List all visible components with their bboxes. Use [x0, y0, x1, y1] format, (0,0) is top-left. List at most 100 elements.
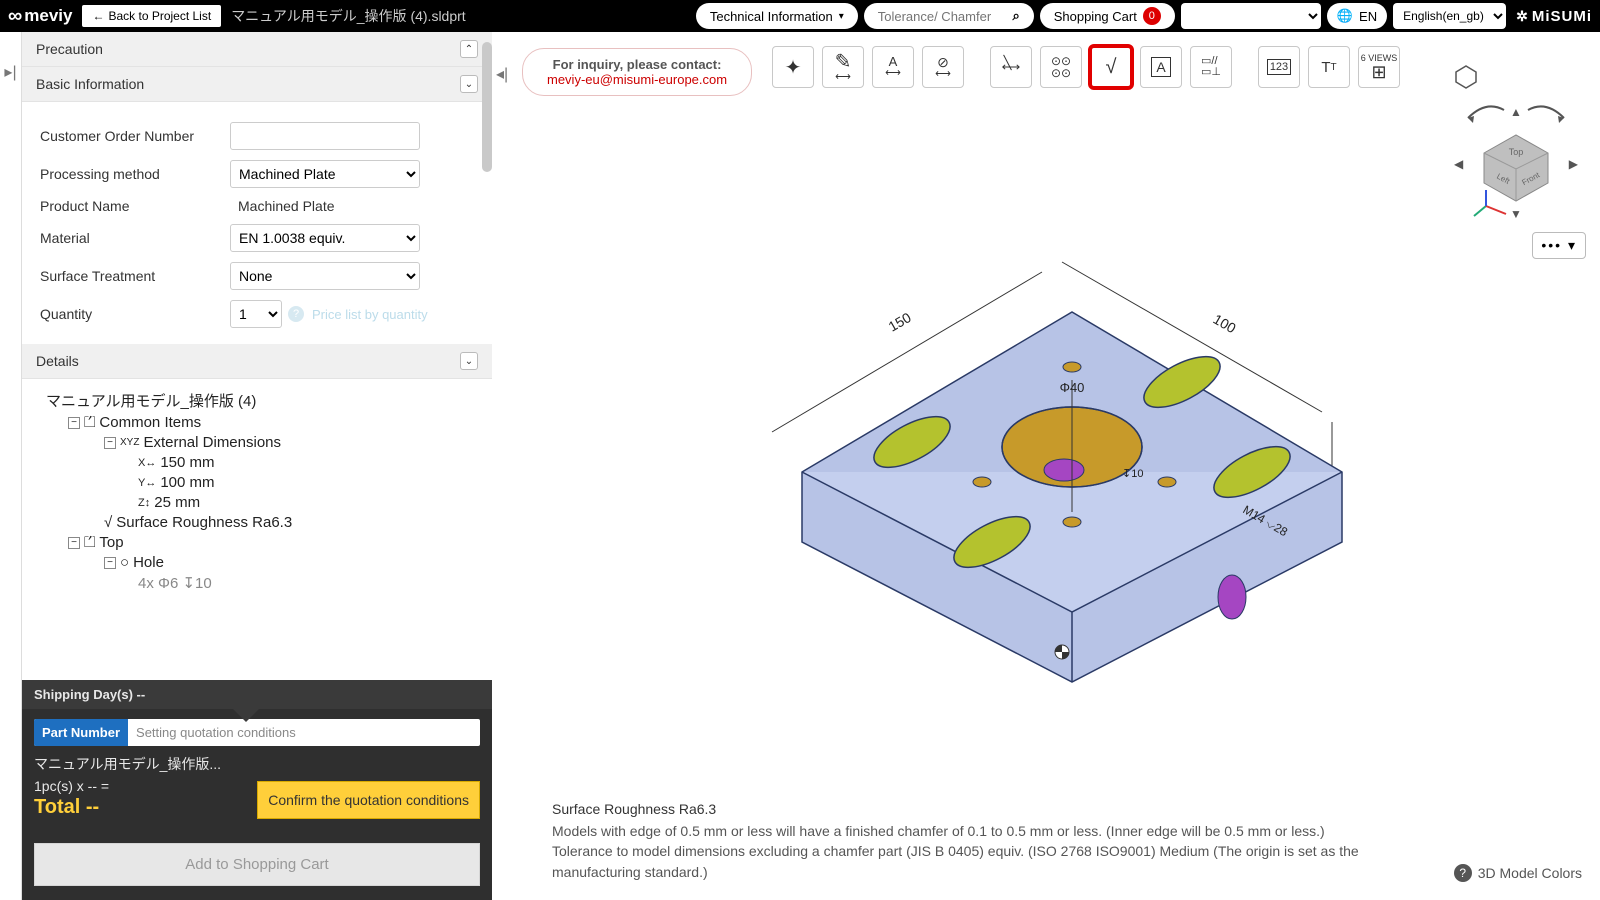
technical-info-dropdown[interactable]: Technical Information▾ [696, 3, 858, 29]
dim-100: 100 [1211, 311, 1239, 337]
meviy-logo: ∞meviy [8, 5, 72, 28]
quote-pieces: 1pc(s) x -- = [34, 778, 109, 794]
more-options-button[interactable]: ••• ▾ [1532, 232, 1586, 259]
measure-tool[interactable]: 123 [1258, 46, 1300, 88]
surface-treatment-select[interactable]: None [230, 262, 420, 290]
quote-part-name: マニュアル用モデル_操作版... [34, 754, 480, 774]
quantity-select[interactable]: 1 [230, 300, 282, 328]
rotate-left-icon[interactable] [1468, 106, 1504, 123]
processing-method-label: Processing method [40, 166, 230, 182]
shopping-cart-button[interactable]: Shopping Cart0 [1040, 3, 1175, 29]
nav-down-icon[interactable]: ▼ [1510, 207, 1522, 221]
processing-method-select[interactable]: Machined Plate [230, 160, 420, 188]
section-details[interactable]: Details ⌄ [22, 344, 492, 379]
tree-common-items[interactable]: −⏍Common Items [68, 414, 482, 431]
footnote-line1: Models with edge of 0.5 mm or less will … [552, 821, 1440, 841]
account-select[interactable] [1181, 3, 1321, 29]
quote-total: Total -- [34, 796, 109, 819]
dim-depth: ↧10 [1122, 468, 1143, 480]
tree-surface-roughness[interactable]: √Surface Roughness Ra6.3 [104, 514, 482, 531]
order-number-input[interactable] [230, 122, 420, 150]
left-panel-collapse[interactable]: ▸| [0, 32, 22, 900]
material-select[interactable]: EN 1.0038 equiv. [230, 224, 420, 252]
viewport[interactable]: ◂| For inquiry, please contact: meviy-eu… [492, 32, 1600, 900]
inquiry-box: For inquiry, please contact: meviy-eu@mi… [522, 48, 752, 96]
y-axis-icon: Y↔ [138, 477, 156, 489]
cube-icon: ⏍ [84, 414, 95, 431]
tree-external-dimensions[interactable]: −XYZExternal Dimensions [104, 434, 482, 451]
chevron-down-icon: ⌄ [460, 75, 478, 93]
model-3d[interactable]: 150 100 Φ40 [712, 212, 1392, 692]
section-basic-info[interactable]: Basic Information ⌄ [22, 67, 492, 102]
viewer-toolbar: ✦ ✎⟷ A⟷ ⊘⟷ ⟷╲ ⊙⊙⊙⊙ √ A ▭//▭⊥ 123 TT 6 VI… [772, 46, 1400, 88]
add-to-cart-button[interactable]: Add to Shopping Cart [34, 843, 480, 886]
app-header: ∞meviy ←Back to Project List マニュアル用モデル_操… [0, 0, 1600, 32]
quantity-label: Quantity [40, 306, 230, 322]
tree-dim-y[interactable]: Y↔100 mm [138, 474, 482, 491]
delete-dimension-tool[interactable]: ⊘⟷ [922, 46, 964, 88]
product-name-label: Product Name [40, 198, 230, 214]
tree-dim-x[interactable]: X↔150 mm [138, 454, 482, 471]
view-cube[interactable]: ▲ ◀ ▶ ▼ Top Left Front [1446, 58, 1586, 228]
hide-dimension-tool[interactable]: ⟷╲ [990, 46, 1032, 88]
dimension-tool[interactable]: ✎⟷ [822, 46, 864, 88]
search-pill[interactable]: ⌕ [864, 3, 1034, 29]
tree-hole[interactable]: −○Hole [104, 554, 482, 571]
tree-hole-detail[interactable]: 4x Φ6 ↧10 [138, 574, 482, 592]
cart-count-badge: 0 [1143, 7, 1161, 25]
notch-icon [232, 708, 260, 722]
datum-tool[interactable]: A [1140, 46, 1182, 88]
tree-top[interactable]: −⏍Top [68, 534, 482, 551]
surface-roughness-tool[interactable]: √ [1090, 46, 1132, 88]
scrollbar[interactable] [482, 42, 492, 172]
order-number-label: Customer Order Number [40, 128, 230, 144]
hole-pattern-tool[interactable]: ⊙⊙⊙⊙ [1040, 46, 1082, 88]
right-panel-collapse[interactable]: ◂| [492, 60, 512, 88]
gear-icon: ✲ [1516, 8, 1529, 25]
chevron-down-icon: ▾ [839, 11, 844, 22]
chevron-up-icon: ⌃ [460, 40, 478, 58]
search-input[interactable] [878, 9, 998, 24]
back-to-projects-button[interactable]: ←Back to Project List [82, 5, 221, 27]
help-icon[interactable]: ? [288, 306, 304, 322]
inquiry-email-link[interactable]: meviy-eu@misumi-europe.com [547, 72, 727, 87]
text-size-tool[interactable]: TT [1308, 46, 1350, 88]
language-button[interactable]: 🌐EN [1327, 3, 1387, 29]
cube-outline-icon[interactable] [1456, 66, 1476, 88]
price-list-link[interactable]: Price list by quantity [312, 307, 428, 322]
collapse-icon[interactable]: − [104, 557, 116, 569]
inquiry-text: For inquiry, please contact: [547, 57, 727, 72]
left-panel: Precaution ⌃ Basic Information ⌄ Custome… [22, 32, 492, 900]
part-number-tag: Part Number [34, 719, 128, 746]
section-precaution[interactable]: Precaution ⌃ [22, 32, 492, 67]
shipping-days-bar: Shipping Day(s) -- [22, 680, 492, 709]
nav-left-icon[interactable]: ◀ [1454, 157, 1464, 171]
confirm-quotation-button[interactable]: Confirm the quotation conditions [257, 781, 480, 819]
collapse-icon[interactable]: − [68, 417, 80, 429]
part-number-row: Part Number Setting quotation conditions [34, 719, 480, 746]
rotate-right-icon[interactable] [1528, 106, 1564, 123]
collapse-icon[interactable]: − [104, 437, 116, 449]
model-colors-link[interactable]: ? 3D Model Colors [1454, 864, 1582, 882]
nav-up-icon[interactable]: ▲ [1510, 105, 1522, 119]
basic-info-form: Customer Order Number Processing method … [22, 102, 492, 344]
footnote-title: Surface Roughness Ra6.3 [552, 799, 1440, 819]
chevron-down-icon: ⌄ [460, 352, 478, 370]
z-axis-icon: Z↕ [138, 497, 150, 509]
tree-root[interactable]: マニュアル用モデル_操作版 (4) [46, 390, 482, 411]
tree-dim-z[interactable]: Z↕25 mm [138, 494, 482, 511]
locale-select[interactable]: English(en_gb) [1393, 3, 1506, 29]
viewer-footnote: Surface Roughness Ra6.3 Models with edge… [552, 799, 1440, 882]
search-icon: ⌕ [1012, 8, 1019, 24]
geometric-tolerance-tool[interactable]: ▭//▭⊥ [1190, 46, 1232, 88]
surface-treatment-label: Surface Treatment [40, 268, 230, 284]
dim-150: 150 [886, 309, 914, 335]
nav-right-icon[interactable]: ▶ [1569, 157, 1579, 171]
origin-tool[interactable]: ✦ [772, 46, 814, 88]
logo-icon: ∞ [8, 5, 22, 28]
text-dimension-tool[interactable]: A⟷ [872, 46, 914, 88]
xyz-icon: XYZ [120, 437, 139, 448]
part-number-hint: Setting quotation conditions [128, 719, 304, 746]
views-tool[interactable]: 6 VIEWS⊞ [1358, 46, 1400, 88]
collapse-icon[interactable]: − [68, 537, 80, 549]
